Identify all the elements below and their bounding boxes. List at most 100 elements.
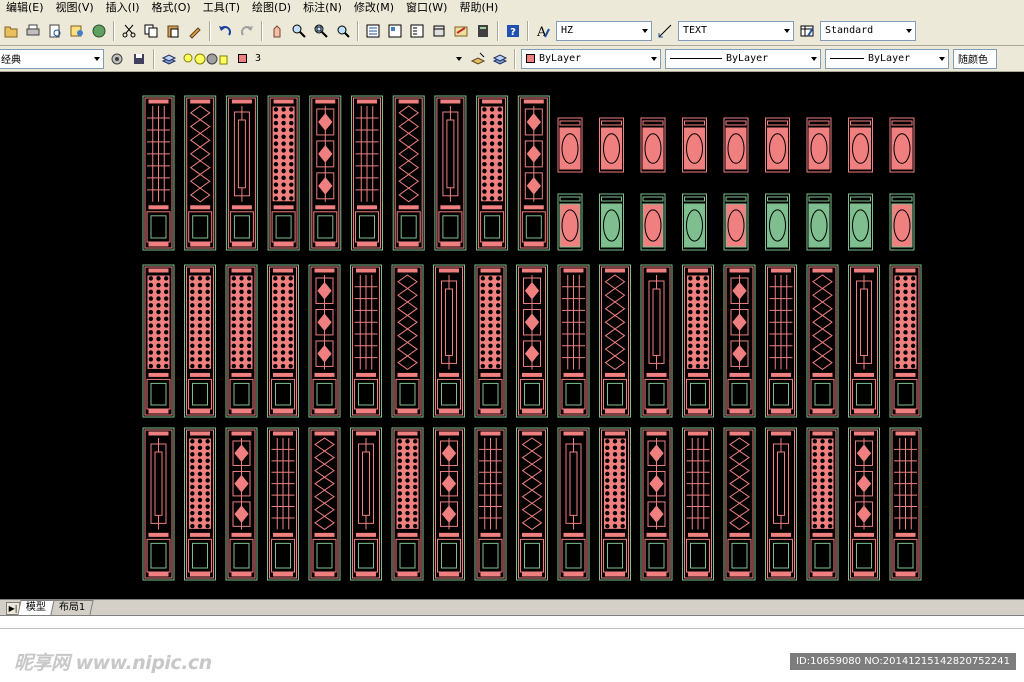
copy-icon[interactable] <box>141 21 161 41</box>
lattice-diamond <box>314 515 335 530</box>
lattice-dot <box>273 107 279 112</box>
lattice-dot <box>903 289 908 295</box>
tool-palettes-icon[interactable] <box>407 21 427 41</box>
paste-icon[interactable] <box>163 21 183 41</box>
drawing-canvas[interactable] <box>0 72 1024 599</box>
lattice-dot <box>197 484 203 490</box>
layer-select[interactable]: 3 <box>255 49 465 69</box>
calculator-icon[interactable] <box>473 21 493 41</box>
lattice-dot <box>827 471 833 477</box>
markup-icon[interactable] <box>451 21 471 41</box>
zoom-realtime-icon[interactable] <box>289 21 309 41</box>
door-panel <box>810 538 835 573</box>
preview-icon[interactable] <box>45 21 65 41</box>
menu-item[interactable]: 帮助(H) <box>453 0 504 16</box>
tab-model[interactable]: 模型 <box>17 600 55 615</box>
lattice-dot <box>231 323 237 328</box>
lattice-dot <box>190 452 195 457</box>
door-mid-rail <box>397 532 418 537</box>
lattice-diamond <box>604 328 626 344</box>
lattice-diamond <box>729 463 750 478</box>
table-style-select[interactable]: Standard <box>820 20 916 41</box>
properties-icon[interactable] <box>363 21 383 41</box>
lattice-dot <box>495 357 501 362</box>
cut-icon[interactable] <box>119 21 139 41</box>
menu-item[interactable]: 编辑(E) <box>0 0 50 16</box>
lattice-dot <box>903 357 908 362</box>
lattice-dot <box>812 439 818 444</box>
tab-layout1[interactable]: 布局1 <box>50 600 94 615</box>
door-panel-inner <box>192 215 209 239</box>
design-center-icon[interactable] <box>385 21 405 41</box>
dimension-style-select[interactable]: TEXT <box>678 20 794 41</box>
workspace-select[interactable]: 经典 <box>0 48 104 69</box>
redo-icon[interactable] <box>237 21 257 41</box>
lattice-dot <box>289 120 294 126</box>
lattice-dot <box>482 148 487 153</box>
lattice-dot <box>288 309 293 315</box>
pan-icon[interactable] <box>267 21 287 41</box>
lattice-dot <box>703 323 708 328</box>
door-bottom-rail <box>646 409 667 414</box>
sheet-set-icon[interactable] <box>429 21 449 41</box>
lattice-dot <box>820 497 825 503</box>
door-top-rail <box>812 268 833 273</box>
match-properties-icon[interactable] <box>185 21 205 41</box>
lattice-dot <box>239 276 244 281</box>
door-mid-rail <box>646 372 667 377</box>
cad-drawing[interactable] <box>0 72 1024 599</box>
open-icon[interactable] <box>1 21 21 41</box>
workspace-save-icon[interactable] <box>129 49 149 69</box>
menu-item[interactable]: 视图(V) <box>50 0 100 16</box>
menu-item[interactable]: 格式(O) <box>145 0 196 16</box>
lattice-dot <box>812 491 818 496</box>
menu-item[interactable]: 插入(I) <box>100 0 146 16</box>
door-inner-frame <box>393 266 422 416</box>
lattice-dot <box>703 276 708 281</box>
layer-previous-icon[interactable] <box>490 49 510 69</box>
lattice-dot <box>488 303 493 308</box>
menu-item[interactable]: 标注(N) <box>297 0 348 16</box>
lattice-frame <box>856 280 872 364</box>
publish-icon[interactable] <box>67 21 87 41</box>
make-layer-current-icon[interactable] <box>468 49 488 69</box>
color-control-select[interactable]: ByLayer <box>521 48 661 69</box>
help-icon[interactable]: ? <box>503 21 523 41</box>
lattice-dot <box>480 330 486 335</box>
plot-style-select[interactable]: 随颜色 <box>953 48 997 69</box>
plot-icon[interactable] <box>89 21 109 41</box>
dimension-style-icon[interactable] <box>655 21 675 41</box>
door-mid-rail <box>148 372 169 377</box>
lattice-dot <box>412 497 418 503</box>
text-style-icon[interactable]: A <box>533 21 553 41</box>
menu-item[interactable]: 修改(M) <box>348 0 400 16</box>
zoom-previous-icon[interactable] <box>333 21 353 41</box>
layer-state-icons[interactable] <box>182 51 251 67</box>
lattice-dot <box>280 330 286 335</box>
lattice-dot <box>895 363 901 369</box>
linetype-control-select[interactable]: ByLayer <box>665 48 821 69</box>
print-icon[interactable] <box>23 21 43 41</box>
door-outer-frame <box>599 264 631 418</box>
layer-manager-icon[interactable] <box>159 49 179 69</box>
lattice-diamond <box>189 119 211 134</box>
door-bottom-rail <box>231 572 252 577</box>
workspace-settings-icon[interactable] <box>107 49 127 69</box>
zoom-window-icon[interactable] <box>311 21 331 41</box>
menu-item[interactable]: 工具(T) <box>197 0 246 16</box>
lattice-dot <box>405 452 410 457</box>
lattice-dot <box>239 336 244 342</box>
lineweight-control-select[interactable]: ByLayer <box>825 48 949 69</box>
text-style-select[interactable]: HZ <box>556 20 652 41</box>
lattice-dot <box>895 282 901 288</box>
table-style-icon[interactable] <box>797 21 817 41</box>
door-top-rail <box>812 431 833 436</box>
menu-item[interactable]: 窗口(W) <box>400 0 453 16</box>
lattice-diamond <box>812 274 833 290</box>
undo-icon[interactable] <box>215 21 235 41</box>
lattice-dot <box>197 452 203 457</box>
lattice-dot <box>281 107 286 112</box>
door-top-rail <box>356 268 376 273</box>
menu-item[interactable]: 绘图(D) <box>246 0 297 16</box>
door-panel <box>188 211 213 243</box>
